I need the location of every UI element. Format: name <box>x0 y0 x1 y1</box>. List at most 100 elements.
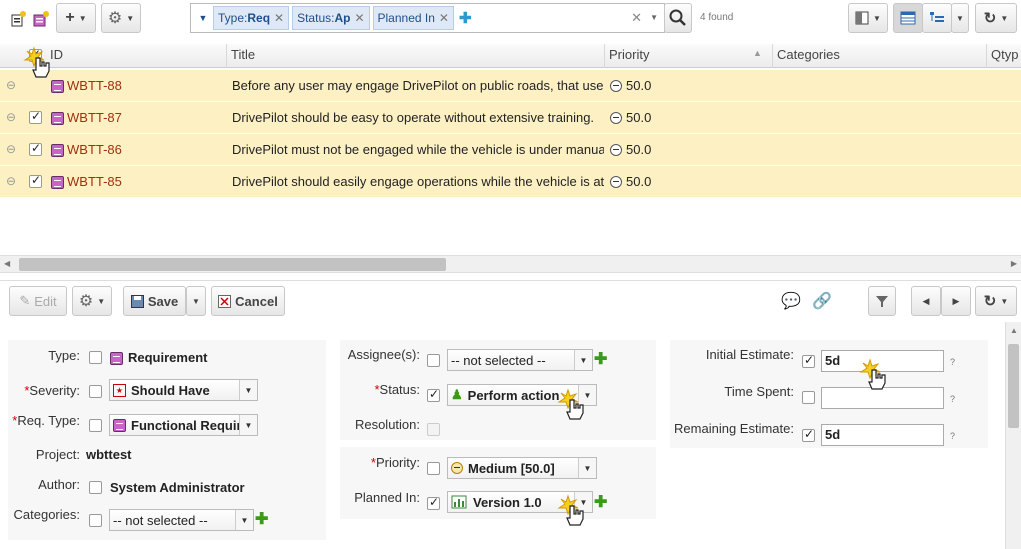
link-icon[interactable]: ⊖ <box>6 174 16 188</box>
search-button[interactable] <box>664 3 692 33</box>
priority-label-text: Priority: <box>375 455 420 470</box>
new-item-icon-button[interactable] <box>8 4 30 34</box>
cancel-button[interactable]: Cancel <box>211 286 285 316</box>
time-spent-checkbox[interactable] <box>802 391 815 404</box>
assignee-select[interactable]: -- not selected -- ▼ <box>447 349 593 371</box>
clear-icon[interactable]: ✕ <box>631 10 642 26</box>
tree-icon <box>930 12 944 22</box>
horizontal-scrollbar[interactable]: ◀ ▶ <box>0 255 1021 273</box>
priority-checkbox[interactable] <box>427 462 440 475</box>
reqtype-select[interactable]: Functional Requir ▼ <box>109 414 258 436</box>
filter-chip-status[interactable]: Status: Ap ✕ <box>292 6 370 30</box>
scroll-up-icon[interactable]: ▲ <box>1010 326 1018 335</box>
add-category-icon[interactable]: ✚ <box>255 509 268 529</box>
categories-checkbox[interactable] <box>89 514 102 527</box>
chevron-down-icon[interactable]: ▼ <box>650 13 658 22</box>
gear-icon: ⚙ <box>78 293 94 310</box>
help-icon[interactable]: ? <box>950 394 955 404</box>
pointer-hand-icon <box>557 494 584 526</box>
status-checkbox[interactable] <box>427 387 440 402</box>
link-icon[interactable]: ⊖ <box>6 110 16 124</box>
column-header-id[interactable]: ID <box>46 44 226 68</box>
comment-icon[interactable]: 💬 <box>781 291 801 311</box>
tree-view-button[interactable] <box>922 3 952 33</box>
column-header-title[interactable]: Title <box>226 44 604 68</box>
scrollbar-thumb[interactable] <box>1008 344 1019 428</box>
help-icon[interactable]: ? <box>950 431 955 441</box>
table-view-button[interactable] <box>893 3 923 33</box>
filter-chip-type[interactable]: Type: Req ✕ <box>213 6 290 30</box>
new-requirement-icon-button[interactable] <box>30 4 52 34</box>
reqtype-label-text: Req. Type: <box>17 413 80 428</box>
refresh-button[interactable]: ↻ ▼ <box>975 3 1017 33</box>
assignee-checkbox[interactable] <box>427 354 440 367</box>
reqtype-label: *Req. Type: <box>12 413 80 428</box>
table-row[interactable]: ⊖ WBTT-87 DrivePilot should be easy to o… <box>0 102 1021 134</box>
priority-select[interactable]: Medium [50.0] ▼ <box>447 457 597 479</box>
plannedin-checkbox[interactable] <box>427 495 440 510</box>
editor-refresh-button[interactable]: ↻ ▼ <box>975 286 1017 316</box>
remaining-estimate-checkbox[interactable] <box>802 427 815 442</box>
link-icon[interactable]: 🔗 <box>812 291 832 311</box>
categories-value: -- not selected -- <box>113 512 208 528</box>
add-filter-icon[interactable]: ✚ <box>459 9 472 27</box>
save-menu-button[interactable]: ▼ <box>186 286 206 316</box>
edit-label: Edit <box>34 293 57 309</box>
previous-button[interactable]: ◀ <box>911 286 941 316</box>
item-id-link[interactable]: WBTT-85 <box>67 174 122 189</box>
view-menu-button[interactable]: ▼ <box>951 3 969 33</box>
row-checkbox[interactable] <box>29 111 42 124</box>
link-icon[interactable]: ⊖ <box>6 142 16 156</box>
add-version-icon[interactable]: ✚ <box>594 492 607 512</box>
initial-estimate-checkbox[interactable] <box>802 353 815 368</box>
refresh-icon: ↻ <box>983 293 997 310</box>
item-id-link[interactable]: WBTT-87 <box>67 110 122 125</box>
type-checkbox[interactable] <box>89 351 102 364</box>
link-icon[interactable]: ⊖ <box>6 78 16 92</box>
filter-dropdown-icon[interactable]: ▼ <box>193 13 213 23</box>
add-assignee-icon[interactable]: ✚ <box>594 349 607 369</box>
scroll-left-icon[interactable]: ◀ <box>4 259 10 268</box>
chevron-down-icon: ▼ <box>956 13 964 23</box>
add-menu-button[interactable]: + ▼ <box>56 3 96 33</box>
remaining-estimate-input[interactable]: 5d <box>821 424 944 446</box>
scroll-right-icon[interactable]: ▶ <box>1011 259 1017 268</box>
severity-checkbox[interactable] <box>89 385 102 398</box>
edit-button[interactable]: ✎ Edit <box>9 286 67 316</box>
item-id-link[interactable]: WBTT-88 <box>67 78 122 93</box>
layout-button[interactable]: ▼ <box>848 3 888 33</box>
close-icon[interactable]: ✕ <box>354 11 364 25</box>
vertical-scrollbar[interactable]: ▲ <box>1005 322 1021 549</box>
gear-icon: ⚙ <box>107 10 123 27</box>
status-value: Perform action <box>467 387 560 403</box>
settings-menu-button[interactable]: ⚙ ▼ <box>101 3 141 33</box>
initial-estimate-label: Initial Estimate: <box>705 347 794 362</box>
next-button[interactable]: ▶ <box>941 286 971 316</box>
column-header-qtyp[interactable]: Qtyp <box>986 44 1021 68</box>
save-button[interactable]: Save <box>123 286 186 316</box>
grid-header: ID Title Priority ▲ Categories Qtyp <box>0 44 1021 68</box>
table-row[interactable]: ⊖ WBTT-85 DrivePilot should easily engag… <box>0 166 1021 198</box>
person-icon: ♟ <box>451 387 463 402</box>
column-header-priority[interactable]: Priority <box>604 44 772 68</box>
categories-select[interactable]: -- not selected -- ▼ <box>109 509 254 531</box>
severity-select[interactable]: ★ Should Have ▼ <box>109 379 258 401</box>
scrollbar-thumb[interactable] <box>19 258 446 271</box>
filter-button[interactable] <box>868 286 896 316</box>
help-icon[interactable]: ? <box>950 357 955 367</box>
reqtype-checkbox[interactable] <box>89 419 102 432</box>
filter-chip-planned[interactable]: Planned In ✕ <box>372 6 454 30</box>
table-row[interactable]: ⊖ WBTT-88 Before any user may engage Dri… <box>0 70 1021 102</box>
close-icon[interactable]: ✕ <box>439 11 449 25</box>
close-icon[interactable]: ✕ <box>274 11 284 25</box>
severity-value: Should Have <box>131 382 210 398</box>
filter-bar[interactable]: ▼ Type: Req ✕ Status: Ap ✕ Planned In ✕ ✚ ✕… <box>190 3 665 33</box>
chevron-down-icon: ▼ <box>78 13 87 23</box>
table-row[interactable]: ⊖ WBTT-86 DrivePilot must not be engaged… <box>0 134 1021 166</box>
editor-settings-button[interactable]: ⚙ ▼ <box>72 286 112 316</box>
author-checkbox[interactable] <box>89 481 102 494</box>
item-id-link[interactable]: WBTT-86 <box>67 142 122 157</box>
row-checkbox[interactable] <box>29 143 42 156</box>
row-checkbox[interactable] <box>29 175 42 188</box>
column-header-categories[interactable]: Categories <box>772 44 986 68</box>
